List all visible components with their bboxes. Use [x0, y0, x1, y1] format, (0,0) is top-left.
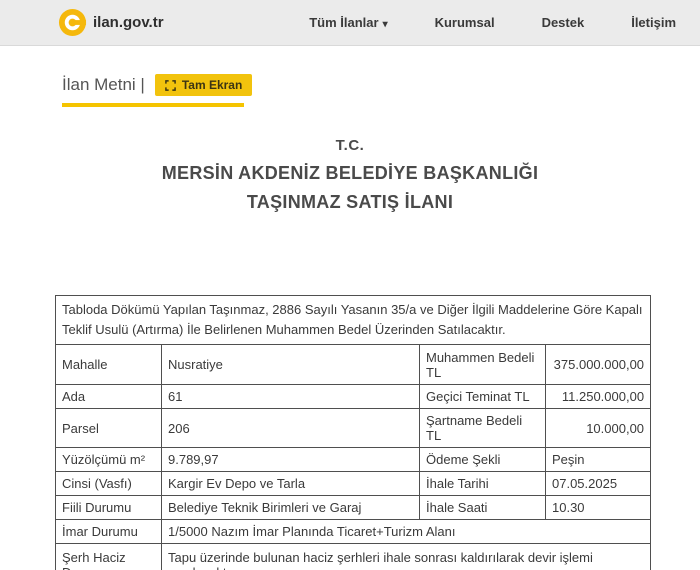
row-value-cell: Peşin [544, 447, 652, 473]
table-row-intro: Tabloda Dökümü Yapılan Taşınmaz, 2886 Sa… [54, 294, 652, 346]
announcement-table: Tabloda Dökümü Yapılan Taşınmaz, 2886 Sa… [54, 294, 652, 570]
table-row: Ada 61 Geçici Teminat TL 11.250.000,00 [55, 384, 652, 410]
nav-item-kurumsal[interactable]: Kurumsal [435, 15, 495, 30]
main-nav: Tüm İlanlar ▾ Kurumsal Destek İletişim [309, 15, 684, 30]
row-label-cell: Ada [55, 384, 162, 410]
table-row: Mahalle Nusratiye Muhammen Bedeli TL 375… [55, 344, 652, 386]
row-label-cell: Fiili Durumu [55, 495, 162, 521]
accent-underline [62, 103, 244, 107]
heading-municipality: MERSİN AKDENİZ BELEDİYE BAŞKANLIĞI [161, 163, 539, 183]
nav-item-iletisim[interactable]: İletişim [631, 15, 676, 30]
table-row: Parsel 206 Şartname Bedeli TL 10.000,00 [55, 408, 652, 449]
logo-icon [58, 8, 87, 37]
table-row: Fiili Durumu Belediye Teknik Birimleri v… [55, 495, 652, 521]
row-label-cell: Mahalle [55, 344, 162, 386]
row-label-cell: Şartname Bedeli TL [419, 408, 546, 449]
site-logo[interactable]: ilan.gov.tr [58, 8, 164, 37]
fullscreen-button-label: Tam Ekran [181, 78, 243, 92]
fullscreen-button[interactable]: Tam Ekran [154, 74, 253, 96]
row-label-cell: Ödeme Şekli [419, 447, 546, 473]
row-value-cell: 11.250.000,00 [544, 384, 652, 410]
row-value-cell: 10.30 [544, 495, 652, 521]
row-value-cell: 10.000,00 [544, 408, 652, 449]
row-label-cell: Cinsi (Vasfı) [55, 471, 162, 497]
row-label-cell: İmar Durumu [55, 519, 162, 545]
row-label-cell: Yüzölçümü m² [55, 447, 162, 473]
nav-item-destek[interactable]: Destek [542, 15, 585, 30]
row-label-cell: İhale Tarihi [419, 471, 546, 497]
page-title: İlan Metni | [62, 75, 145, 94]
toolbar: İlan Metni | Tam Ekran [62, 74, 700, 96]
chevron-down-icon: ▾ [382, 19, 388, 30]
nav-item-tum-ilanlar[interactable]: Tüm İlanlar ▾ [309, 15, 387, 30]
row-label-cell: Geçici Teminat TL [419, 384, 546, 410]
heading-tc: T.C. [335, 137, 365, 154]
table-row: İmar Durumu 1/5000 Nazım İmar Planında T… [55, 519, 652, 545]
row-value-cell: Kargir Ev Depo ve Tarla [161, 471, 420, 497]
table-row: Yüzölçümü m² 9.789,97 Ödeme Şekli Peşin [55, 447, 652, 473]
row-value-cell: 07.05.2025 [544, 471, 652, 497]
table-row: Cinsi (Vasfı) Kargir Ev Depo ve Tarla İh… [55, 471, 652, 497]
row-label-cell: Şerh Haciz Durumu [55, 543, 162, 570]
row-label-cell: Muhammen Bedeli TL [419, 344, 546, 386]
row-label-cell: Parsel [55, 408, 162, 449]
row-value-cell: 1/5000 Nazım İmar Planında Ticaret+Turiz… [160, 519, 652, 545]
row-value-cell: 9.789,97 [161, 447, 420, 473]
fullscreen-icon [165, 79, 176, 91]
row-value-cell: Belediye Teknik Birimleri ve Garaj [161, 495, 420, 521]
row-value-cell: 206 [161, 408, 420, 449]
row-value-cell: 375.000.000,00 [544, 344, 652, 386]
heading-sale-notice: TAŞINMAZ SATIŞ İLANI [246, 192, 454, 212]
row-label-cell: İhale Saati [419, 495, 546, 521]
row-value-cell: 61 [161, 384, 420, 410]
row-value-cell: Tapu üzerinde bulunan haciz şerhleri iha… [160, 543, 652, 570]
document-heading-block: T.C. MERSİN AKDENİZ BELEDİYE BAŞKANLIĞI … [0, 137, 700, 213]
row-value-cell: Nusratiye [161, 344, 420, 386]
logo-text: ilan.gov.tr [93, 14, 164, 31]
table-row: Şerh Haciz Durumu Tapu üzerinde bulunan … [55, 543, 652, 570]
top-navbar: ilan.gov.tr Tüm İlanlar ▾ Kurumsal Destek… [0, 0, 700, 46]
intro-cell: Tabloda Dökümü Yapılan Taşınmaz, 2886 Sa… [54, 294, 652, 346]
